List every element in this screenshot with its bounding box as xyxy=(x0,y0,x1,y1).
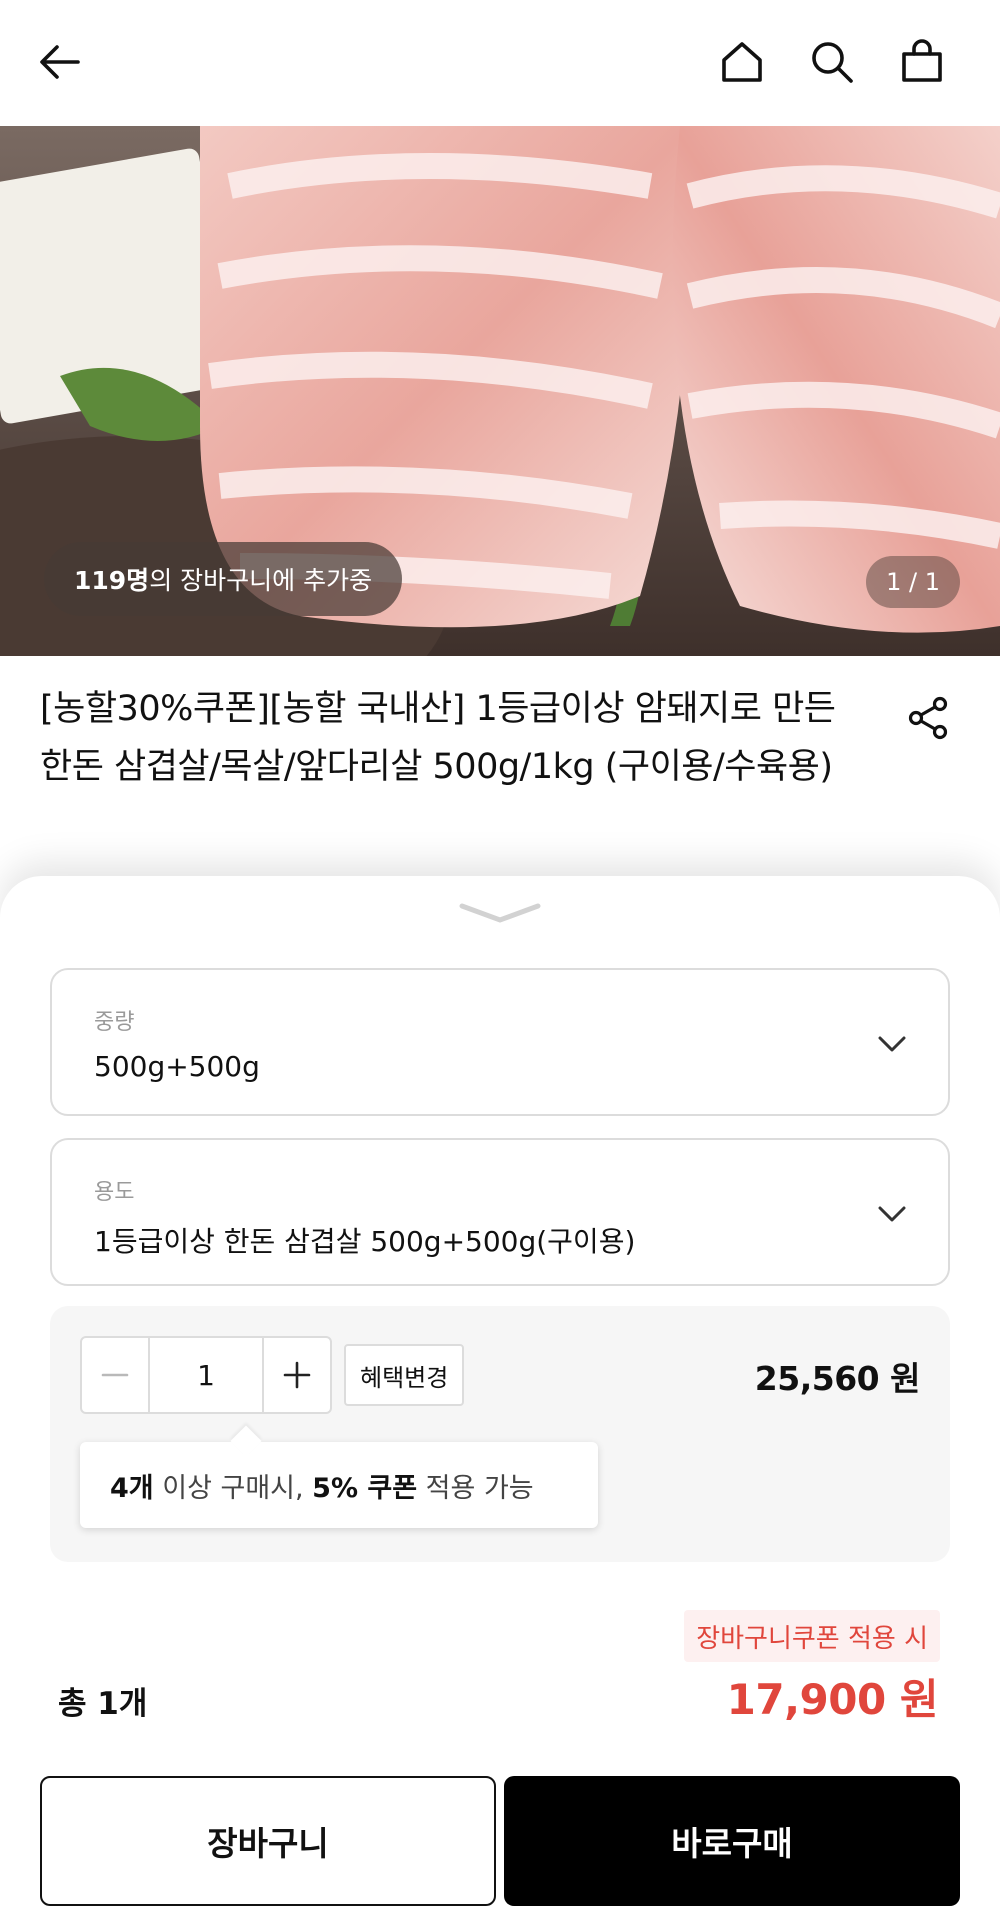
option-bottom-sheet: 중량 500g+500g 용도 1등급이상 한돈 삼겹살 500g+500g(구… xyxy=(0,876,1000,1916)
product-title: [농할30%쿠폰][농할 국내산] 1등급이상 암돼지로 만든 한돈 삼겹살/목… xyxy=(40,689,836,787)
quantity-stepper: 1 xyxy=(80,1336,332,1414)
tooltip-count: 4개 xyxy=(110,1472,154,1504)
image-page-indicator: 1 / 1 xyxy=(866,556,960,608)
decrease-button[interactable] xyxy=(82,1338,148,1412)
share-button[interactable] xyxy=(900,690,956,746)
product-image[interactable]: 119명 의 장바구니에 추가중 1 / 1 xyxy=(0,126,1000,656)
chevron-down-icon xyxy=(459,903,541,923)
top-navigation-bar xyxy=(0,0,1000,126)
coupon-tooltip: 4개 이상 구매시, 5% 쿠폰 적용 가능 xyxy=(80,1442,598,1528)
buy-now-button[interactable]: 바로구매 xyxy=(504,1776,960,1906)
tooltip-count-text: 이상 구매시, xyxy=(153,1472,313,1504)
plus-icon xyxy=(283,1361,311,1389)
chevron-down-icon xyxy=(874,1196,910,1232)
minus-icon xyxy=(101,1373,129,1377)
cart-count-badge: 119명 의 장바구니에 추가중 xyxy=(44,542,403,616)
cart-count-number: 119명 xyxy=(74,566,150,595)
quantity-panel: 1 혜택변경 25,560 원 4개 이상 구매시, 5% 쿠폰 적용 가능 xyxy=(50,1306,950,1562)
total-price: 17,900 원 xyxy=(726,1675,939,1724)
usage-select[interactable]: 용도 1등급이상 한돈 삼겹살 500g+500g(구이용) xyxy=(50,1138,950,1286)
tooltip-coupon: 5% 쿠폰 xyxy=(312,1472,418,1504)
usage-select-value: 1등급이상 한돈 삼겹살 500g+500g(구이용) xyxy=(94,1225,636,1258)
weight-select-label: 중량 xyxy=(94,1010,135,1035)
cart-count-text: 의 장바구니에 추가중 xyxy=(149,566,373,595)
chevron-down-icon xyxy=(874,1026,910,1062)
home-button[interactable] xyxy=(714,34,770,90)
change-benefit-button[interactable]: 혜택변경 xyxy=(344,1344,465,1406)
weight-select-value: 500g+500g xyxy=(94,1050,260,1083)
increase-button[interactable] xyxy=(264,1338,330,1412)
home-icon xyxy=(722,42,762,82)
search-icon xyxy=(812,42,853,83)
cart-button[interactable] xyxy=(894,34,950,90)
search-button[interactable] xyxy=(804,34,860,90)
shopping-bag-icon xyxy=(902,39,942,82)
total-quantity-label: 총 1개 xyxy=(58,1686,148,1722)
share-icon xyxy=(908,696,948,740)
usage-select-label: 용도 xyxy=(94,1180,135,1205)
add-to-cart-button[interactable]: 장바구니 xyxy=(40,1776,496,1906)
sheet-collapse-handle[interactable] xyxy=(456,896,544,932)
quantity-value[interactable]: 1 xyxy=(148,1338,264,1412)
item-price: 25,560 원 xyxy=(754,1359,921,1398)
tooltip-coupon-text: 적용 가능 xyxy=(417,1472,534,1504)
arrow-left-icon xyxy=(40,45,80,79)
weight-select[interactable]: 중량 500g+500g xyxy=(50,968,950,1116)
back-button[interactable] xyxy=(32,34,88,90)
cart-coupon-tag: 장바구니쿠폰 적용 시 xyxy=(684,1610,940,1662)
